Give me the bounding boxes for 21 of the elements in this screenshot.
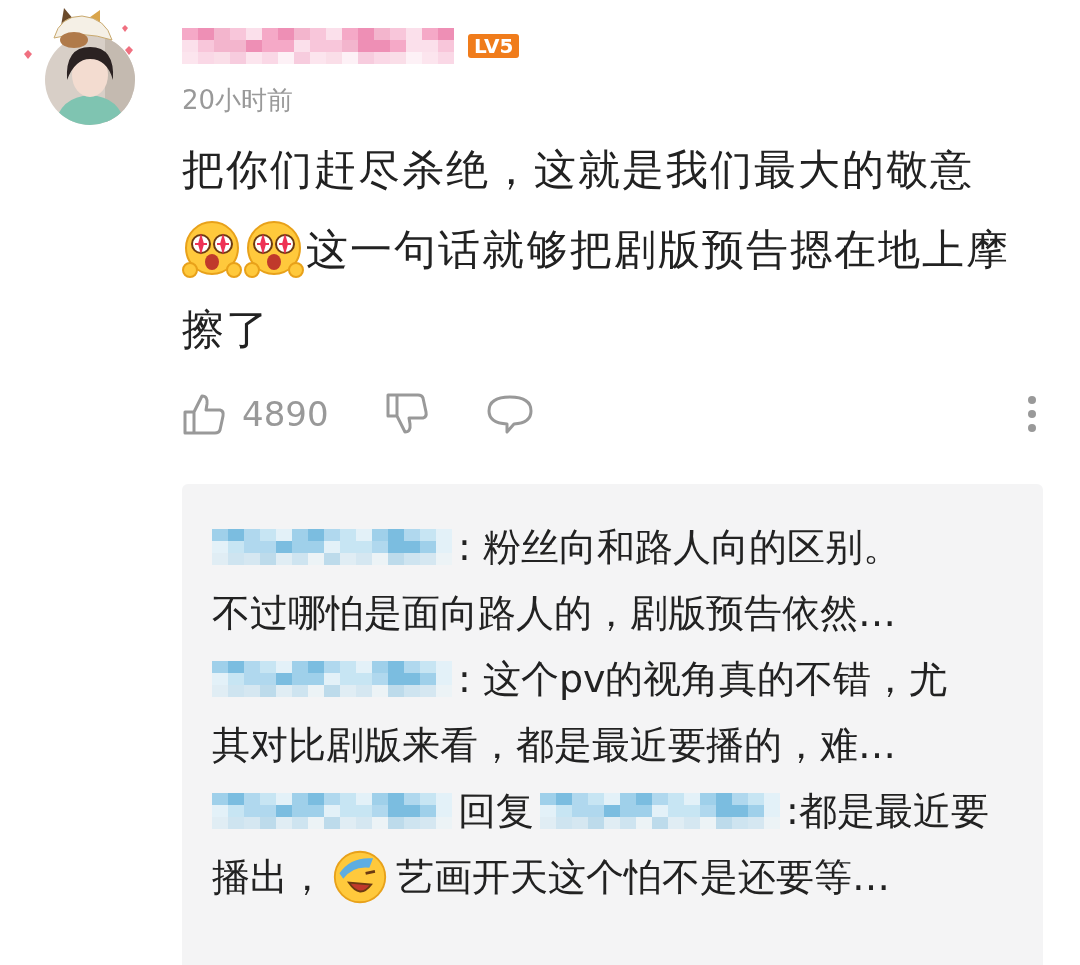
reply-text: : 粉丝向和路人向的区别。: [458, 523, 901, 571]
reply-text: 播出，: [212, 853, 326, 901]
timestamp: 20小时前: [182, 84, 295, 117]
amazed-emoji-icon: [244, 220, 304, 280]
level-badge: LV5: [468, 34, 520, 58]
comment-text: 把你们赶尽杀绝，这就是我们最大的敬意: [182, 144, 974, 196]
laughing-emoji-icon: [332, 849, 388, 905]
like-count: 4890: [242, 394, 329, 434]
thumbs-up-icon[interactable]: [182, 392, 226, 436]
thumbs-down-icon[interactable]: [384, 392, 429, 436]
reply-text: 其对比剧版来看，都是最近要播的，难…: [212, 721, 896, 769]
amazed-emoji-icon: [182, 220, 242, 280]
comment-icon[interactable]: [486, 394, 533, 434]
comment-text: 这一句话就够把剧版预告摁在地上摩: [306, 224, 1010, 276]
reply-text: : 这个pv的视角真的不错，尤: [458, 655, 948, 703]
reply-text: :都是最近要: [786, 787, 989, 835]
more-options-icon[interactable]: [1027, 395, 1037, 433]
comment-text: 擦了: [182, 304, 270, 356]
reply-text: 艺画开天这个怕不是还要等…: [396, 853, 890, 901]
reply-text: 回复: [458, 787, 534, 835]
reply-text: 不过哪怕是面向路人的，剧版预告依然…: [212, 589, 896, 637]
